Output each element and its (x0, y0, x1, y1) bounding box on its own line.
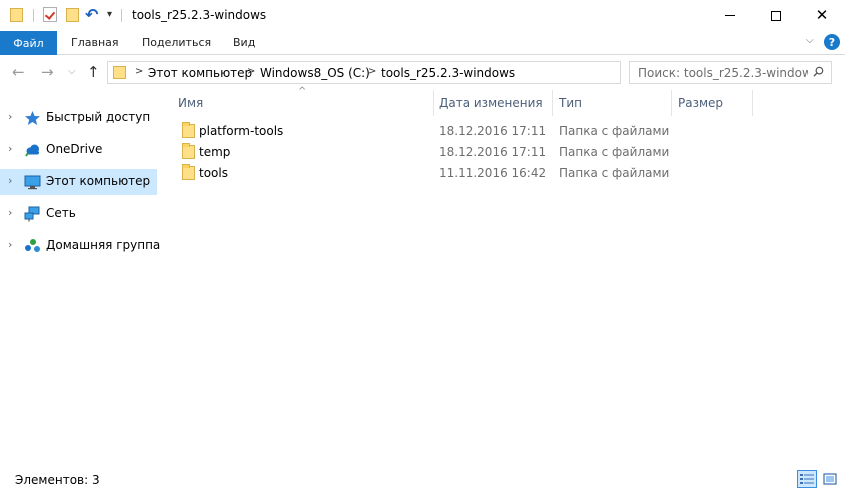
folder-icon (10, 8, 23, 22)
toolbar-separator (33, 9, 34, 22)
ribbon: Файл Главная Поделиться Вид ⌵ ? (0, 31, 845, 55)
sidebar-item-label: Быстрый доступ (46, 110, 151, 124)
tab-view[interactable]: Вид (233, 36, 255, 49)
computer-icon (24, 175, 41, 190)
column-divider[interactable] (433, 90, 434, 116)
breadcrumb-this-pc[interactable]: Этот компьютер (148, 66, 252, 80)
breadcrumb-current-folder[interactable]: tools_r25.2.3-windows (381, 66, 515, 80)
address-bar[interactable]: > Этот компьютер > Windows8_OS (C:) > to… (107, 61, 718, 86)
sidebar-item-quick-access[interactable]: › Быстрый доступ (0, 105, 157, 131)
close-button[interactable]: ✕ (799, 0, 845, 31)
sidebar-item-network[interactable]: › Сеть (0, 201, 157, 227)
large-icons-view-icon (823, 473, 837, 485)
search-icon[interactable] (813, 66, 824, 77)
tab-share[interactable]: Поделиться (142, 36, 211, 49)
status-bar: Элементов: 3 (0, 466, 845, 492)
title-bar: ↶ ▾ tools_r25.2.3-windows ✕ (0, 0, 845, 31)
chevron-right-icon[interactable]: › (8, 110, 12, 123)
column-header-type[interactable]: Тип (559, 96, 582, 119)
details-view-button[interactable] (797, 470, 817, 488)
homegroup-icon (25, 239, 40, 252)
search-input[interactable] (638, 65, 808, 81)
file-type: Папка с файлами (559, 145, 670, 159)
sidebar-item-homegroup[interactable]: › Домашняя группа (0, 233, 161, 259)
toolbar-separator (121, 9, 122, 22)
tab-home[interactable]: Главная (71, 36, 119, 49)
expand-ribbon-icon[interactable]: ⌵ (806, 35, 814, 46)
sidebar-item-label: Домашняя группа (46, 238, 161, 252)
file-name: temp (199, 145, 231, 159)
sidebar-item-label: Этот компьютер (46, 174, 151, 188)
column-divider[interactable] (752, 90, 753, 116)
column-divider[interactable] (552, 90, 553, 116)
column-divider[interactable] (671, 90, 672, 116)
search-box[interactable] (629, 61, 832, 84)
sidebar-item-onedrive[interactable]: › OneDrive (0, 137, 157, 163)
forward-button[interactable]: → (41, 63, 54, 81)
file-type: Папка с файлами (559, 166, 670, 180)
breadcrumb-drive[interactable]: Windows8_OS (C:) (260, 66, 370, 80)
sort-ascending-icon: ^ (298, 86, 307, 97)
breadcrumb-separator[interactable]: > (135, 66, 143, 77)
customize-quick-access-button[interactable]: ▾ (107, 9, 112, 20)
column-header-date[interactable]: Дата изменения (439, 96, 543, 119)
column-header-name[interactable]: Имя (178, 96, 203, 119)
table-row[interactable]: platform-tools 18.12.2016 17:11 Папка с … (172, 121, 677, 142)
maximize-icon (771, 10, 781, 21)
minimize-button[interactable] (707, 0, 753, 31)
file-date: 11.11.2016 16:42 (439, 166, 547, 180)
new-folder-button[interactable] (66, 8, 79, 22)
maximize-button[interactable] (753, 0, 799, 31)
folder-icon (182, 164, 195, 180)
back-button[interactable]: ← (12, 63, 25, 81)
large-icons-view-button[interactable] (820, 470, 840, 488)
chevron-right-icon[interactable]: › (8, 142, 12, 155)
up-button[interactable]: ↑ (87, 63, 100, 81)
column-header-size[interactable]: Размер (678, 96, 723, 119)
file-name: platform-tools (199, 124, 284, 138)
sidebar-item-label: OneDrive (46, 142, 103, 156)
close-icon: ✕ (815, 6, 829, 24)
chevron-right-icon[interactable]: › (8, 174, 12, 187)
chevron-right-icon[interactable]: › (8, 238, 12, 251)
file-list-pane: ^ Имя Дата изменения Тип Размер platform… (160, 86, 845, 466)
network-icon (24, 206, 40, 222)
recent-locations-button[interactable]: ⌵ (68, 66, 76, 77)
details-view-icon (800, 474, 814, 484)
file-type: Папка с файлами (559, 124, 670, 138)
file-date: 18.12.2016 17:11 (439, 124, 547, 138)
star-icon (25, 111, 40, 125)
file-date: 18.12.2016 17:11 (439, 145, 547, 159)
item-count: Элементов: 3 (15, 473, 100, 487)
navigation-bar: ← → ⌵ ↑ > Этот компьютер > Windows8_OS (… (0, 55, 845, 90)
table-row[interactable]: temp 18.12.2016 17:11 Папка с файлами (172, 142, 677, 163)
properties-button[interactable] (43, 7, 57, 22)
help-button[interactable]: ? (824, 34, 840, 50)
folder-icon (113, 66, 126, 79)
breadcrumb-separator[interactable]: > (368, 66, 376, 77)
chevron-right-icon[interactable]: › (8, 206, 12, 219)
sidebar-item-this-pc[interactable]: › Этот компьютер (0, 169, 157, 195)
undo-icon[interactable]: ↶ (85, 5, 98, 24)
table-row[interactable]: tools 11.11.2016 16:42 Папка с файлами (172, 163, 677, 184)
folder-icon (182, 122, 195, 138)
folder-icon (182, 143, 195, 159)
navigation-pane: › Быстрый доступ › OneDrive › Этот компь… (0, 90, 160, 466)
sidebar-item-label: Сеть (46, 206, 76, 220)
cloud-icon (25, 144, 39, 157)
minimize-icon (725, 15, 735, 16)
window-title: tools_r25.2.3-windows (132, 8, 267, 22)
tab-file[interactable]: Файл (0, 31, 57, 55)
file-name: tools (199, 166, 228, 180)
breadcrumb-separator[interactable]: > (247, 66, 255, 77)
